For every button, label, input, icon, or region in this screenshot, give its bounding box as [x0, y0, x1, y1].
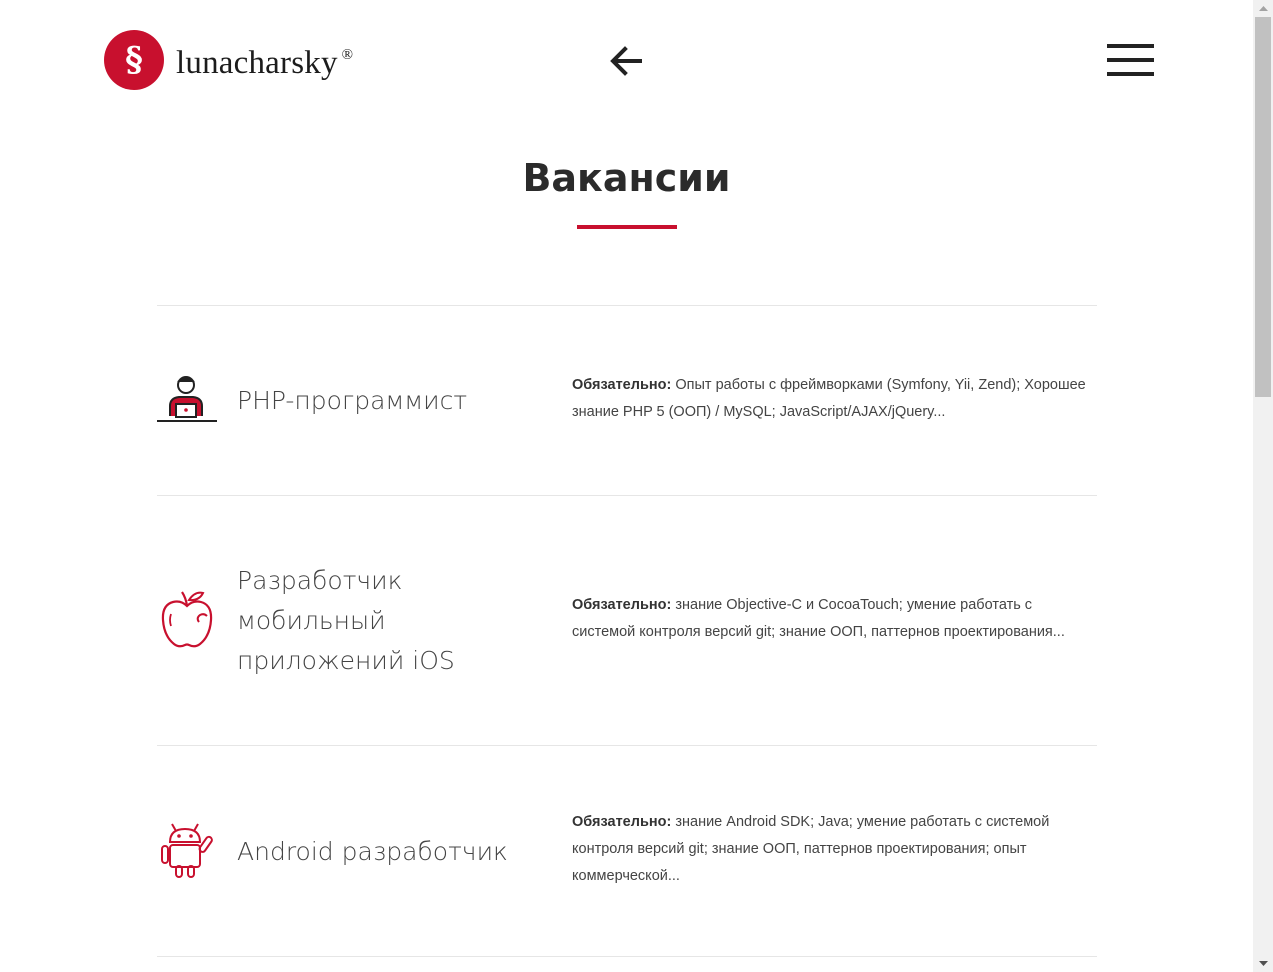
apple-icon — [159, 588, 219, 648]
job-description: Обязательно: знание Objective-C и CocoaT… — [572, 592, 1097, 646]
required-label: Обязательно: — [572, 814, 672, 830]
divider — [157, 305, 1097, 306]
logo-mark-glyph: § — [125, 40, 143, 80]
logo-mark: § — [104, 30, 164, 90]
hamburger-line-bottom — [1107, 72, 1154, 76]
required-label: Обязательно: — [572, 597, 672, 613]
logo-registered-mark: ® — [341, 46, 354, 63]
back-arrow-icon[interactable] — [609, 44, 645, 78]
required-label: Обязательно: — [572, 377, 672, 393]
hamburger-line-top — [1107, 44, 1154, 48]
page-title: Вакансии — [522, 156, 731, 200]
job-title[interactable]: PHP-программист — [237, 381, 537, 421]
hamburger-menu-icon[interactable] — [1107, 44, 1154, 77]
logo-link[interactable]: § lunacharsky ® — [104, 30, 353, 90]
logo-wordmark: lunacharsky — [176, 44, 338, 81]
job-description: Обязательно: знание Android SDK; Java; у… — [572, 809, 1097, 890]
android-icon — [160, 822, 220, 882]
logo-text: lunacharsky ® — [176, 45, 353, 82]
job-description: Обязательно: Опыт работы с фреймворками … — [572, 372, 1097, 426]
scrollbar-thumb[interactable] — [1255, 17, 1271, 397]
divider — [157, 495, 1097, 496]
divider — [157, 745, 1097, 746]
scroll-down-arrow-icon[interactable] — [1253, 956, 1273, 972]
vertical-scrollbar[interactable] — [1253, 0, 1273, 972]
programmer-icon — [157, 372, 217, 432]
title-underline — [577, 225, 677, 229]
scroll-up-arrow-icon[interactable] — [1253, 0, 1273, 16]
page: § lunacharsky ® Вакансии PHP-программист… — [0, 0, 1273, 972]
job-title[interactable]: Android разработчик — [237, 832, 537, 872]
divider — [157, 956, 1097, 957]
hamburger-line-middle — [1107, 58, 1154, 62]
job-title[interactable]: Разработчик мобильный приложений iOS — [237, 561, 537, 681]
